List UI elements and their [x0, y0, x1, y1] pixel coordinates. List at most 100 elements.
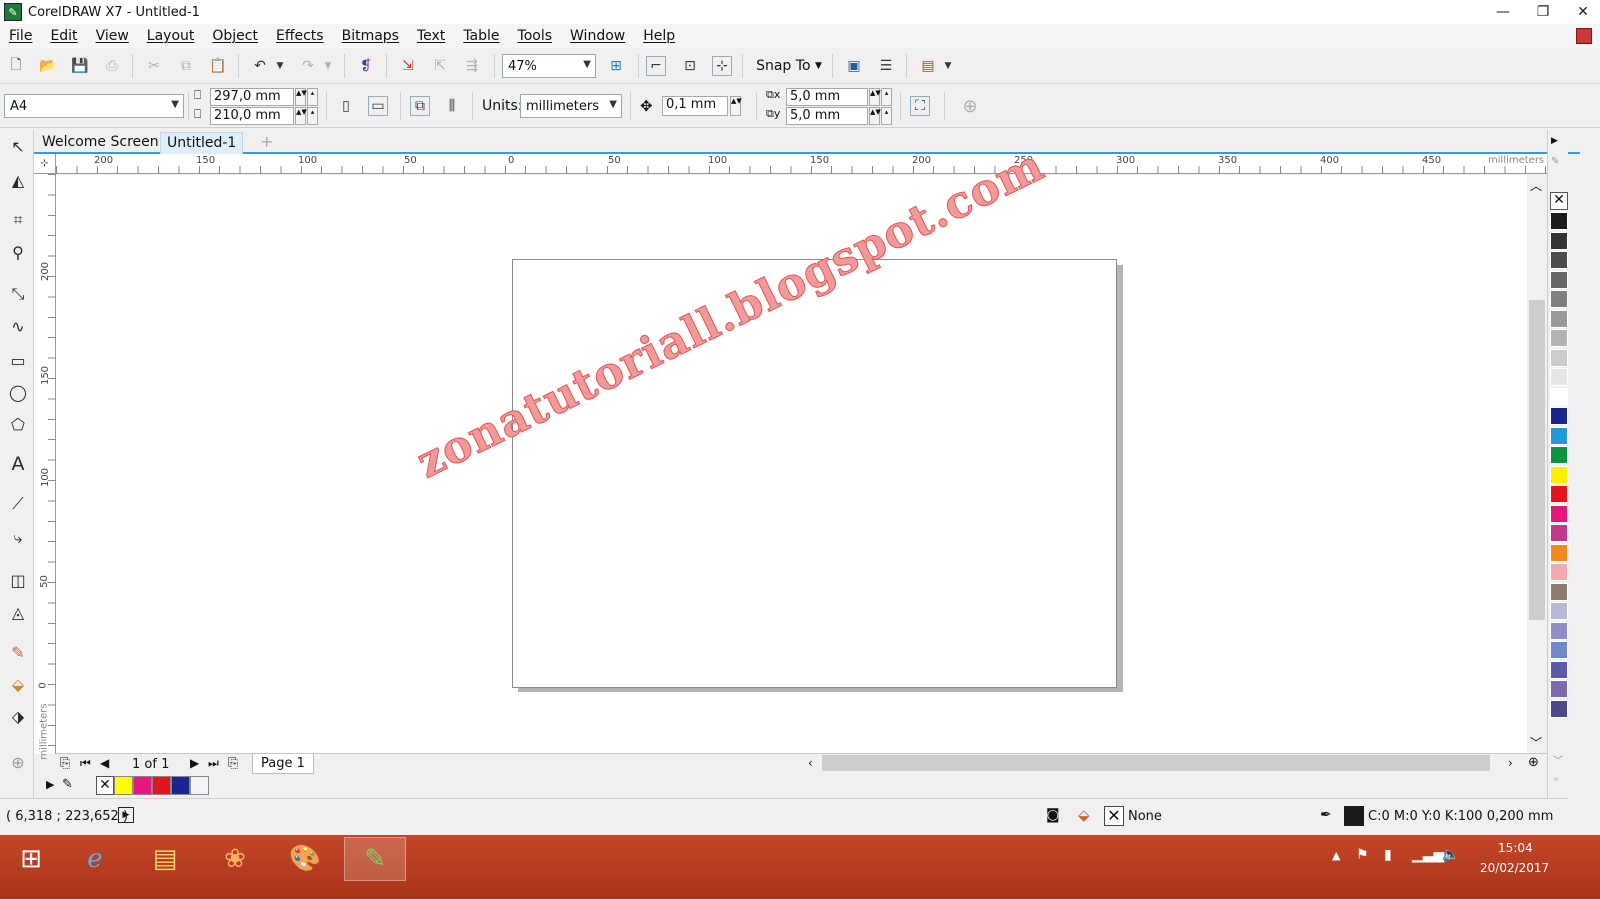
first-page-icon[interactable]: ⏮ — [80, 756, 91, 771]
coreldraw-taskbar-icon[interactable]: ✎ — [344, 837, 406, 881]
undo-dropdown-icon[interactable]: ▼ — [274, 56, 286, 76]
palette-swatch[interactable] — [1550, 329, 1568, 347]
units-select[interactable]: millimeters ▼ — [520, 94, 622, 118]
palette-swatch[interactable] — [1550, 699, 1568, 718]
action-center-icon[interactable]: ⚑ — [1356, 847, 1369, 863]
publish-pdf-icon[interactable]: ⇶ — [462, 56, 482, 76]
page-width-field[interactable]: 297,0 mm — [210, 88, 294, 106]
treat-as-filled-icon[interactable]: ⛶ — [910, 96, 930, 116]
zoom-navigator-icon[interactable]: ⊕ — [1528, 755, 1539, 770]
doc-palette-swatch[interactable] — [114, 776, 133, 795]
dup-y-spinner[interactable]: ▲▼ — [869, 107, 881, 125]
palette-swatch[interactable] — [1550, 680, 1568, 698]
taskbar-date[interactable]: 20/02/2017 — [1480, 861, 1549, 875]
menu-layout[interactable]: Layout — [138, 28, 204, 44]
dup-y-arrow[interactable]: ▴ — [881, 107, 892, 125]
new-document-icon[interactable]: 🗋 — [6, 56, 26, 76]
application-launcher-icon[interactable]: ▤ — [918, 56, 938, 76]
palette-swatch[interactable] — [1550, 446, 1568, 464]
menu-object[interactable]: Object — [203, 28, 267, 44]
palette-swatch[interactable] — [1550, 582, 1568, 601]
status-expand-icon[interactable]: ▶ — [118, 807, 134, 823]
width-lock[interactable]: ▴ — [307, 88, 318, 106]
add-icon[interactable]: ⊕ — [960, 96, 980, 117]
menu-window[interactable]: Window — [561, 28, 634, 44]
search-content-icon[interactable]: ❡ — [356, 56, 376, 76]
palette-swatch[interactable] — [1550, 602, 1568, 620]
palette-swatch[interactable] — [1550, 504, 1568, 523]
user-account-icon[interactable] — [1576, 28, 1592, 44]
ellipse-tool-icon[interactable]: ◯ — [6, 380, 30, 404]
menu-bitmaps[interactable]: Bitmaps — [333, 28, 408, 44]
palette-expand-icon[interactable]: » — [1553, 774, 1559, 785]
add-page-after-icon[interactable]: ⎘ — [228, 756, 238, 771]
chevron-down-icon[interactable]: ﹀ — [1530, 734, 1542, 751]
menu-effects[interactable]: Effects — [267, 28, 333, 44]
doc-palette-eyedropper-icon[interactable]: ✎ — [62, 777, 73, 792]
palette-scroll-down-icon[interactable]: ﹀ — [1553, 752, 1563, 767]
transparency-tool-icon[interactable]: ◬ — [6, 600, 30, 624]
open-icon[interactable]: 📂 — [38, 56, 58, 76]
windows-start-icon[interactable]: ⊞ — [0, 837, 62, 881]
export-icon[interactable]: ⇱ — [430, 56, 450, 76]
doc-palette-swatch[interactable] — [190, 776, 209, 795]
volume-icon[interactable]: 🔈 — [1442, 847, 1459, 863]
menu-help[interactable]: Help — [634, 28, 684, 44]
palette-swatch[interactable] — [1550, 485, 1568, 503]
palette-swatch[interactable] — [1550, 348, 1568, 367]
page-height-field[interactable]: 210,0 mm — [210, 107, 294, 125]
palette-swatch[interactable] — [1550, 231, 1568, 250]
freehand-tool-icon[interactable]: ⤡ — [6, 282, 30, 306]
palette-swatch[interactable] — [1550, 563, 1568, 581]
pick-tool-icon[interactable]: ↖ — [6, 134, 30, 158]
add-page-before-icon[interactable]: ⎘ — [60, 756, 70, 771]
battery-icon[interactable]: ▮ — [1384, 847, 1392, 863]
page-tab-1[interactable]: Page 1 — [252, 754, 314, 774]
palette-swatch[interactable] — [1550, 465, 1568, 484]
show-grid-icon[interactable]: ⊡ — [680, 56, 700, 76]
redo-dropdown-icon[interactable]: ▼ — [322, 56, 334, 76]
save-icon[interactable]: 💾 — [70, 56, 90, 76]
palette-swatch[interactable] — [1550, 290, 1568, 308]
menu-text[interactable]: Text — [408, 28, 454, 44]
current-page-icon[interactable]: ⫼ — [442, 96, 462, 116]
palette-swatch[interactable] — [1550, 621, 1568, 640]
color-eyedropper-icon[interactable]: ✎ — [6, 640, 30, 664]
doc-palette-swatch[interactable] — [152, 776, 171, 795]
cut-icon[interactable]: ✂ — [144, 56, 164, 76]
palette-swatch[interactable] — [1550, 270, 1568, 289]
welcome-screen-icon[interactable]: ▣ — [844, 56, 864, 76]
nudge-distance-field[interactable]: 0,1 mm — [662, 96, 728, 116]
options-icon[interactable]: ☰ — [876, 56, 896, 76]
palette-swatch[interactable] — [1550, 368, 1568, 386]
no-color-swatch[interactable]: ✕ — [1550, 192, 1568, 210]
palette-swatch[interactable] — [1550, 543, 1568, 562]
palette-swatch[interactable] — [1550, 387, 1568, 406]
redo-icon[interactable]: ↷ — [298, 56, 318, 76]
polygon-tool-icon[interactable]: ⬠ — [6, 412, 30, 436]
palette-swatch[interactable] — [1550, 426, 1568, 445]
connector-tool-icon[interactable]: ⤷ — [6, 526, 30, 550]
last-page-icon[interactable]: ⏭ — [208, 756, 219, 771]
doc-no-color-swatch[interactable]: ✕ — [96, 776, 114, 795]
copy-icon[interactable]: ⧉ — [176, 56, 196, 76]
tab-untitled-1[interactable]: Untitled-1 — [160, 132, 244, 154]
doc-palette-menu-icon[interactable]: ▶ — [46, 778, 54, 791]
height-lock[interactable]: ▴ — [307, 107, 318, 125]
tab-welcome-screen[interactable]: Welcome Screen — [36, 132, 165, 154]
restore-button[interactable]: ❐ — [1534, 4, 1552, 20]
palette-eyedropper-icon[interactable]: ✎ — [1551, 156, 1559, 167]
taskbar-time[interactable]: 15:04 — [1498, 841, 1533, 855]
portrait-icon[interactable]: ▯ — [336, 96, 356, 116]
network-icon[interactable]: ▁▃▅ — [1412, 847, 1444, 863]
ruler-origin-icon[interactable]: ⊹ — [34, 154, 56, 174]
horizontal-scroll-thumb[interactable] — [822, 755, 1490, 771]
dup-x-spinner[interactable]: ▲▼ — [869, 88, 881, 106]
all-pages-icon[interactable]: ⧉ — [410, 96, 430, 116]
palette-swatch[interactable] — [1550, 407, 1568, 425]
show-guidelines-icon[interactable]: ⊹ — [712, 56, 732, 76]
palette-swatch[interactable] — [1550, 212, 1568, 230]
show-hidden-icons-icon[interactable]: ▲ — [1332, 849, 1340, 862]
print-icon[interactable]: ⎙ — [102, 56, 122, 76]
snap-to-button[interactable]: Snap To ▼ — [754, 56, 824, 76]
